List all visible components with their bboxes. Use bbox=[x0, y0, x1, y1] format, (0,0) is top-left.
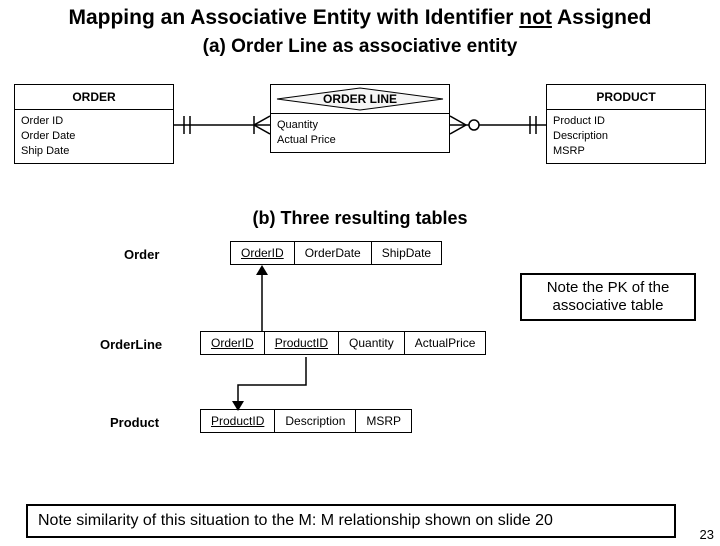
note-pk: Note the PK of the associative table bbox=[520, 273, 696, 321]
table-orderline: OrderID ProductID Quantity ActualPrice bbox=[200, 331, 486, 355]
entity-product-header: PRODUCT bbox=[546, 84, 706, 110]
col-orderline-quantity: Quantity bbox=[339, 332, 405, 354]
entity-order: ORDER Order ID Order Date Ship Date bbox=[14, 84, 174, 164]
attr-ship-date: Ship Date bbox=[21, 144, 167, 159]
fk-arrow-orderid bbox=[252, 265, 272, 333]
col-orderline-productid: ProductID bbox=[265, 332, 339, 354]
title-pre: Mapping an Associative Entity with Ident… bbox=[68, 6, 519, 29]
entity-orderline-header: ORDER LINE bbox=[270, 84, 450, 114]
entity-product-body: Product ID Description MSRP bbox=[546, 110, 706, 164]
title-not: not bbox=[519, 6, 552, 29]
attr-quantity: Quantity bbox=[277, 118, 443, 133]
table-label-product: Product bbox=[110, 415, 159, 430]
subtitle-a: (a) Order Line as associative entity bbox=[0, 36, 720, 58]
erd-diagram: ORDER Order ID Order Date Ship Date ORDE… bbox=[0, 66, 720, 206]
title-post: Assigned bbox=[552, 6, 652, 29]
attr-actual-price: Actual Price bbox=[277, 133, 443, 148]
attr-order-date: Order Date bbox=[21, 129, 167, 144]
entity-order-header: ORDER bbox=[14, 84, 174, 110]
entity-orderline-body: Quantity Actual Price bbox=[270, 114, 450, 153]
slide-title: Mapping an Associative Entity with Ident… bbox=[0, 6, 720, 30]
col-order-shipdate: ShipDate bbox=[372, 242, 441, 264]
col-orderline-orderid: OrderID bbox=[201, 332, 265, 354]
tables-diagram: Order OrderID OrderDate ShipDate OrderLi… bbox=[0, 229, 720, 449]
entity-product: PRODUCT Product ID Description MSRP bbox=[546, 84, 706, 164]
entity-orderline: ORDER LINE Quantity Actual Price bbox=[270, 84, 450, 153]
connector-order-orderline bbox=[174, 110, 270, 140]
col-product-productid: ProductID bbox=[201, 410, 275, 432]
attr-order-id: Order ID bbox=[21, 114, 167, 129]
subtitle-b: (b) Three resulting tables bbox=[0, 208, 720, 229]
note-bottom: Note similarity of this situation to the… bbox=[26, 504, 676, 538]
col-order-orderid: OrderID bbox=[231, 242, 295, 264]
attr-msrp: MSRP bbox=[553, 144, 699, 159]
col-order-orderdate: OrderDate bbox=[295, 242, 372, 264]
col-product-msrp: MSRP bbox=[356, 410, 411, 432]
table-label-orderline: OrderLine bbox=[100, 337, 162, 352]
col-product-description: Description bbox=[275, 410, 356, 432]
fk-arrow-productid bbox=[226, 355, 316, 413]
attr-product-id: Product ID bbox=[553, 114, 699, 129]
connector-orderline-product bbox=[450, 110, 546, 140]
table-order: OrderID OrderDate ShipDate bbox=[230, 241, 442, 265]
entity-order-body: Order ID Order Date Ship Date bbox=[14, 110, 174, 164]
col-orderline-actualprice: ActualPrice bbox=[405, 332, 486, 354]
attr-description: Description bbox=[553, 129, 699, 144]
entity-orderline-name: ORDER LINE bbox=[323, 92, 397, 106]
table-label-order: Order bbox=[124, 247, 159, 262]
